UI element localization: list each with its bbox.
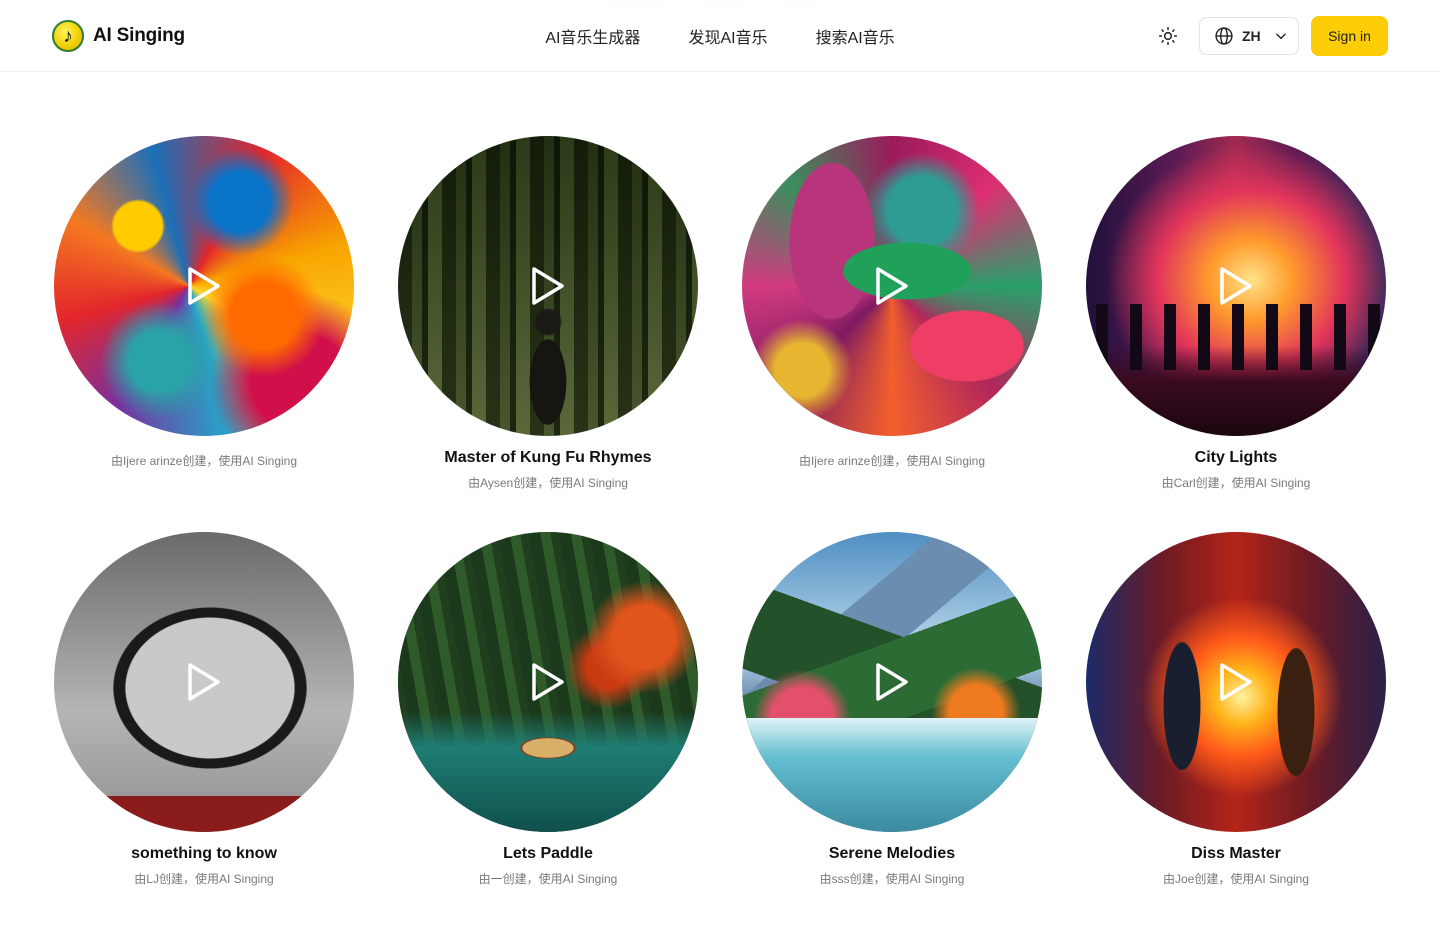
song-card[interactable]: 由Ijere arinze创建，使用AI Singing (742, 136, 1042, 532)
brand-name: AI Singing (93, 25, 185, 46)
chevron-down-icon (1276, 33, 1286, 40)
song-cover[interactable] (1086, 532, 1386, 832)
play-icon[interactable] (1218, 266, 1254, 306)
song-credit: 由Joe创建，使用AI Singing (1162, 872, 1310, 886)
song-card[interactable]: something to know 由LJ创建，使用AI Singing (54, 532, 354, 928)
language-select[interactable]: ZH (1199, 17, 1299, 55)
song-title[interactable]: Master of Kung Fu Rhymes (444, 448, 651, 468)
globe-icon (1215, 27, 1233, 45)
brand-link[interactable]: ♪ AI Singing (52, 19, 185, 53)
song-cover[interactable] (1086, 136, 1386, 436)
theme-toggle-button[interactable] (1152, 20, 1184, 52)
play-icon[interactable] (186, 266, 222, 306)
song-card[interactable]: Serene Melodies 由sss创建，使用AI Singing (742, 532, 1042, 928)
song-cover[interactable] (742, 136, 1042, 436)
song-card[interactable]: Master of Kung Fu Rhymes 由Aysen创建，使用AI S… (398, 136, 698, 532)
song-title[interactable]: City Lights (1195, 448, 1278, 468)
song-cover[interactable] (54, 136, 354, 436)
play-icon[interactable] (874, 662, 910, 702)
top-header: ♪ AI Singing AI音乐生成器 发现AI音乐 搜索AI音乐 ZH Si… (0, 0, 1440, 72)
song-card[interactable]: Lets Paddle 由一创建，使用AI Singing (398, 532, 698, 928)
song-title[interactable]: Diss Master (1191, 844, 1281, 864)
song-credit: 由Ijere arinze创建，使用AI Singing (110, 454, 298, 468)
nav-discover-ai-music[interactable]: 发现AI音乐 (688, 24, 767, 48)
nav-search-ai-music[interactable]: 搜索AI音乐 (816, 24, 895, 48)
song-title[interactable]: Lets Paddle (503, 844, 593, 864)
music-note-icon: ♪ (52, 20, 84, 52)
language-code: ZH (1242, 28, 1261, 44)
play-icon[interactable] (530, 662, 566, 702)
song-card[interactable]: City Lights 由Carl创建，使用AI Singing (1086, 136, 1386, 532)
sun-icon (1158, 26, 1178, 46)
song-cover[interactable] (398, 532, 698, 832)
song-cover[interactable] (54, 532, 354, 832)
song-card[interactable]: 由Ijere arinze创建，使用AI Singing (54, 136, 354, 532)
sign-in-button[interactable]: Sign in (1311, 16, 1388, 56)
song-credit: 由sss创建，使用AI Singing (819, 872, 965, 886)
song-cover[interactable] (398, 136, 698, 436)
song-credit: 由Carl创建，使用AI Singing (1161, 476, 1311, 490)
play-icon[interactable] (1218, 662, 1254, 702)
song-credit: 由一创建，使用AI Singing (478, 872, 618, 886)
song-title[interactable]: something to know (131, 844, 277, 864)
play-icon[interactable] (874, 266, 910, 306)
song-credit: 由Ijere arinze创建，使用AI Singing (798, 454, 986, 468)
song-cover[interactable] (742, 532, 1042, 832)
song-title[interactable]: Serene Melodies (829, 844, 955, 864)
nav-ai-music-generator[interactable]: AI音乐生成器 (545, 24, 640, 48)
song-grid: 由Ijere arinze创建，使用AI Singing Master of K… (54, 136, 1386, 928)
play-icon[interactable] (530, 266, 566, 306)
song-credit: 由Aysen创建，使用AI Singing (468, 476, 628, 490)
play-icon[interactable] (186, 662, 222, 702)
song-card[interactable]: Diss Master 由Joe创建，使用AI Singing (1086, 532, 1386, 928)
song-credit: 由LJ创建，使用AI Singing (134, 872, 274, 886)
